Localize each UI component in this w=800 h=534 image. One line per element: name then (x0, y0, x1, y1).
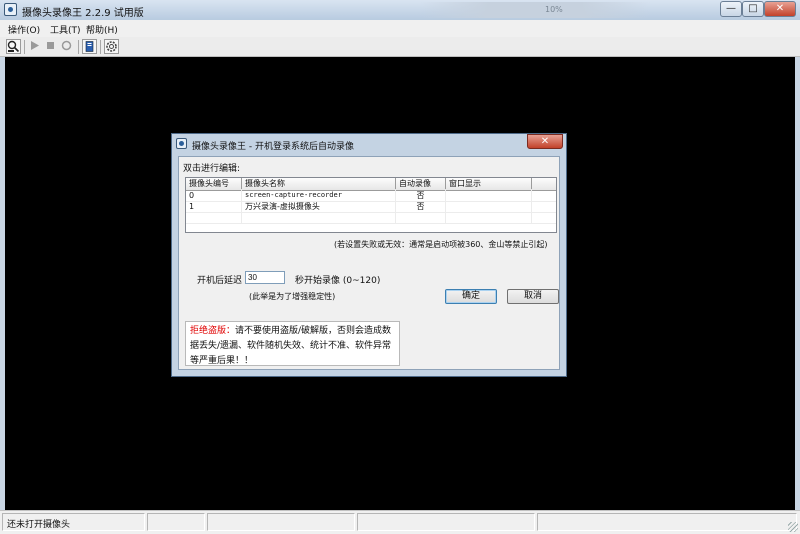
title-bar[interactable]: 摄像头录像王 2.2.9 试用版 10% — □ ✕ (0, 0, 800, 20)
background-zoom-text: 10% (545, 5, 563, 14)
cell-name: screen-capture-recorder (242, 190, 396, 201)
delay-suffix: 秒开始录像 (0~120) (295, 276, 381, 286)
app-camera-icon (4, 3, 17, 16)
delay-input[interactable]: 30 (245, 271, 285, 284)
empty-cell (396, 212, 446, 223)
status-bar: 还未打开摄像头 (0, 510, 800, 534)
anti-piracy-warning: 拒绝盗版：请不要使用盗版/破解版，否则会造成数据丢失/遗漏、软件随机失效、统计不… (185, 321, 400, 366)
search-camera-icon[interactable] (6, 39, 21, 54)
empty-cell (186, 212, 242, 223)
dialog-camera-icon (176, 138, 187, 149)
status-pane (207, 513, 355, 531)
column-header-window-display[interactable]: 窗口显示 (446, 178, 532, 189)
play-icon[interactable] (28, 39, 43, 54)
maximize-button[interactable]: □ (742, 1, 764, 17)
column-header-name[interactable]: 摄像头名称 (242, 178, 396, 189)
main-window: 摄像头录像王 2.2.9 试用版 10% — □ ✕ 操作(O) 工具(T) 帮… (0, 0, 800, 534)
delay-label: 开机后延迟 (197, 276, 243, 286)
table-row-empty (186, 212, 556, 224)
column-header-auto-record[interactable]: 自动录像 (396, 178, 446, 189)
cell-auto-record[interactable]: 否 (396, 201, 446, 212)
status-pane-main: 还未打开摄像头 (2, 513, 145, 531)
delay-note: (此举是为了增强稳定性) (249, 292, 336, 301)
settings-gear-icon[interactable] (104, 39, 119, 54)
cancel-button[interactable]: 取消 (507, 289, 559, 304)
dialog-body: 双击进行编辑: 摄像头编号 摄像头名称 自动录像 窗口显示 0 screen-c… (178, 156, 560, 370)
book-icon[interactable] (82, 39, 97, 54)
close-button[interactable]: ✕ (764, 1, 796, 17)
autostart-dialog: 摄像头录像王 - 开机登录系统后自动录像 ✕ 双击进行编辑: 摄像头编号 摄像头… (171, 133, 567, 377)
menu-tools[interactable]: 工具(T) (50, 23, 81, 36)
cell-id: 1 (186, 201, 242, 212)
ok-button[interactable]: 确定 (445, 289, 497, 304)
edit-hint: 双击进行编辑: (183, 164, 241, 174)
background-overlay: 10% (420, 2, 650, 18)
status-pane (147, 513, 205, 531)
window-title: 摄像头录像王 2.2.9 试用版 (22, 8, 144, 19)
minimize-button[interactable]: — (720, 1, 742, 17)
warning-title: 拒绝盗版： (190, 326, 236, 336)
toolbar-separator (100, 40, 101, 54)
toolbar-separator (78, 40, 79, 54)
toolbar-separator (24, 40, 25, 54)
cell-auto-record[interactable]: 否 (396, 190, 446, 201)
status-pane (357, 513, 535, 531)
empty-cell (446, 212, 532, 223)
empty-cell (242, 212, 396, 223)
column-header-id[interactable]: 摄像头编号 (186, 178, 242, 189)
resize-grip[interactable] (788, 522, 798, 532)
camera-table[interactable]: 摄像头编号 摄像头名称 自动录像 窗口显示 0 screen-capture-r… (185, 177, 557, 233)
dialog-close-button[interactable]: ✕ (527, 134, 563, 149)
menu-help[interactable]: 帮助(H) (86, 23, 118, 36)
cell-id: 0 (186, 190, 242, 201)
cell-name: 万兴录演-虚拟摄像头 (242, 201, 396, 212)
cell-window-display[interactable] (446, 190, 532, 201)
record-icon[interactable] (60, 39, 75, 54)
menu-bar: 操作(O) 工具(T) 帮助(H) (0, 20, 800, 38)
stop-icon[interactable] (44, 39, 59, 54)
failure-note: (若设置失败或无效：通常是启动项被360、金山等禁止引起) (334, 240, 548, 249)
dialog-title: 摄像头录像王 - 开机登录系统后自动录像 (192, 142, 354, 152)
status-text: 还未打开摄像头 (7, 520, 71, 530)
status-pane (537, 513, 797, 531)
cell-window-display[interactable] (446, 201, 532, 212)
toolbar (0, 37, 800, 57)
menu-operate[interactable]: 操作(O) (8, 23, 40, 36)
